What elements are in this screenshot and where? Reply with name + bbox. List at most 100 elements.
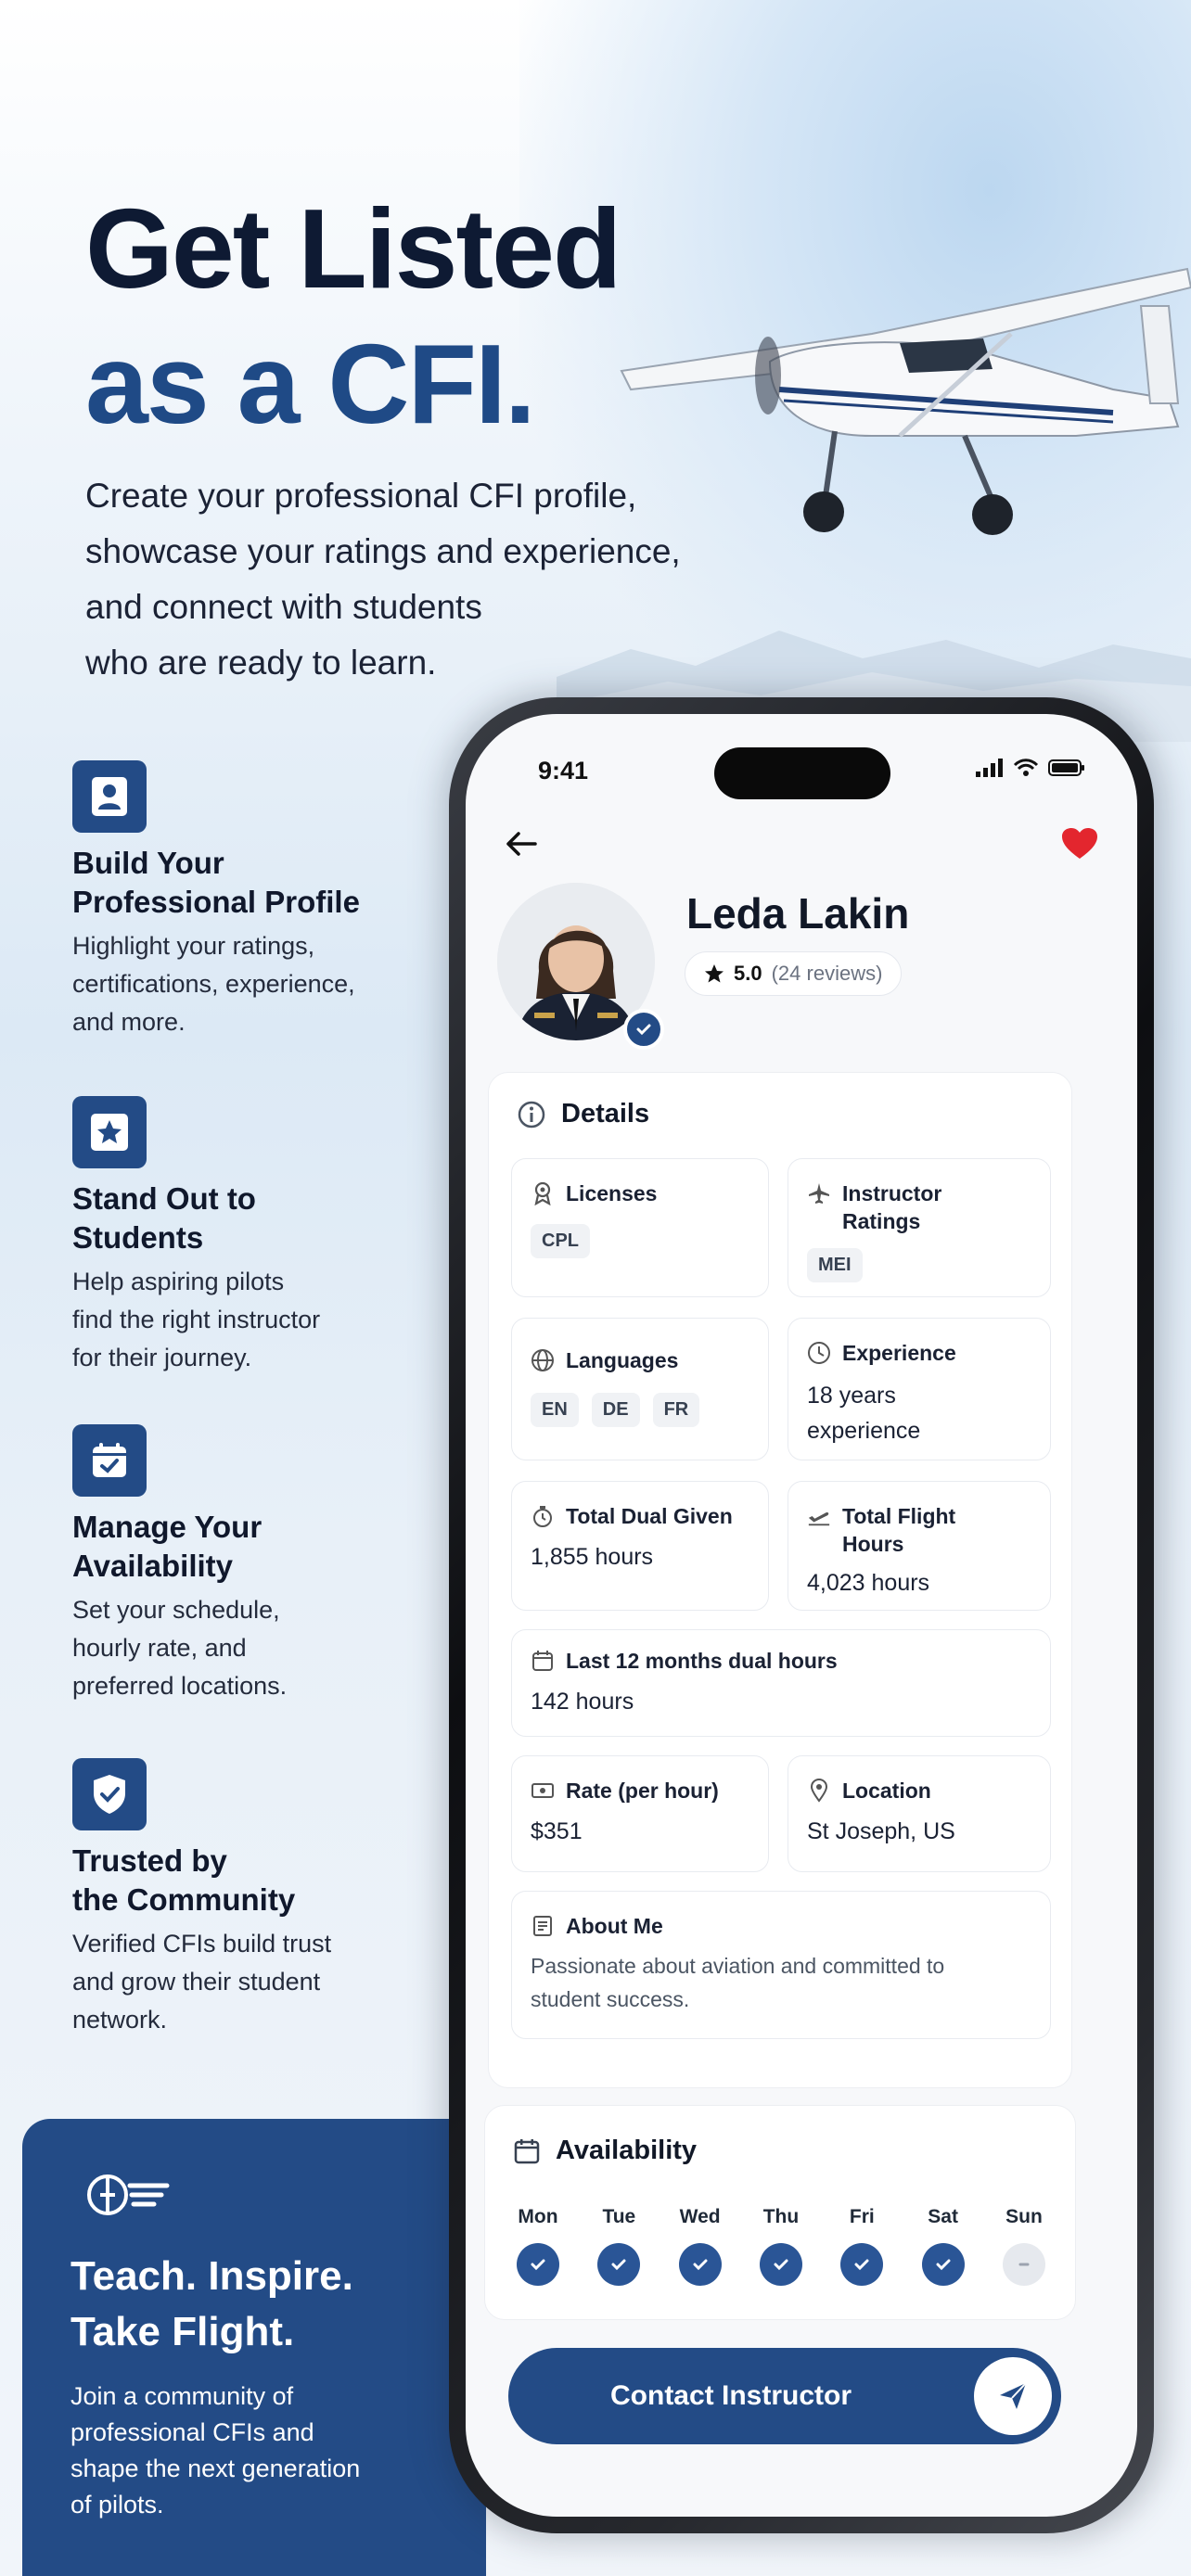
document-icon — [531, 1914, 555, 1938]
day-label: Thu — [762, 2206, 800, 2227]
feature-title: Build Your Professional Profile — [72, 846, 360, 919]
day-sun[interactable]: Sun — [993, 2206, 1055, 2286]
rate-label: Rate (per hour) — [566, 1779, 719, 1803]
experience-header: Experience — [807, 1339, 956, 1367]
star-icon — [72, 1096, 147, 1168]
contact-button-label: Contact Instructor — [610, 2380, 852, 2411]
rate-cell: Rate (per hour) $351 — [511, 1755, 769, 1872]
day-sat[interactable]: Sat — [913, 2206, 974, 2286]
clock-icon — [807, 1341, 831, 1365]
licenses-label: Licenses — [566, 1181, 658, 1205]
status-time: 9:41 — [538, 757, 589, 784]
feature-build-profile: Build Your Professional Profile Highligh… — [72, 760, 443, 1041]
instructor-ratings-label: Instructor Ratings — [842, 1181, 942, 1233]
promo-title: Teach. Inspire. Take Flight. — [70, 2253, 353, 2354]
experience-label: Experience — [842, 1341, 956, 1365]
favorite-button[interactable] — [1061, 827, 1098, 865]
feature-stand-out: Stand Out to Students Help aspiring pilo… — [72, 1096, 443, 1377]
day-label: Fri — [849, 2206, 875, 2227]
total-dual-header: Total Dual Given — [531, 1502, 733, 1530]
hero-title-line2: as a CFI. — [85, 321, 536, 447]
check-icon — [678, 2243, 722, 2286]
instructor-ratings-chips: MEI — [807, 1248, 863, 1282]
map-pin-icon — [807, 1779, 831, 1803]
person-icon — [72, 760, 147, 833]
signal-icon — [976, 759, 1003, 777]
promo-description: Join a community of professional CFIs an… — [70, 2382, 361, 2519]
day-thu[interactable]: Thu — [750, 2206, 812, 2286]
details-card: Details Licenses CPL Instructor Ratings … — [488, 1072, 1072, 2088]
last12-cell: Last 12 months dual hours 142 hours — [511, 1629, 1051, 1737]
phone-screen: 9:41 Leda Lakin 5.0 (24 reviews) Details… — [466, 714, 1137, 2517]
airplane-icon — [807, 1181, 831, 1205]
day-mon[interactable]: Mon — [507, 2206, 569, 2286]
language-chip: FR — [652, 1393, 700, 1427]
last12-value: 142 hours — [531, 1689, 634, 1715]
rating-badge[interactable]: 5.0 (24 reviews) — [685, 951, 903, 996]
battery-icon — [1048, 759, 1084, 776]
stopwatch-icon — [531, 1504, 555, 1528]
about-label: About Me — [566, 1914, 663, 1938]
rating-reviews: (24 reviews) — [771, 962, 883, 985]
experience-cell: Experience 18 years experience — [788, 1318, 1051, 1460]
instructor-ratings-header: Instructor Ratings — [807, 1180, 941, 1235]
instructor-name: Leda Lakin — [686, 889, 910, 937]
availability-card: Availability Mon Tue Wed Thu Fri Sat Sun — [484, 2105, 1076, 2320]
back-button[interactable] — [503, 825, 540, 862]
dynamic-island — [714, 747, 890, 799]
feature-availability: Manage Your Availability Set your schedu… — [72, 1424, 443, 1705]
hero-title: Get Listed as a CFI. — [85, 181, 622, 452]
status-icons — [976, 759, 1085, 777]
about-text: Passionate about aviation and committed … — [531, 1954, 945, 2011]
verified-badge-icon — [623, 1009, 664, 1050]
feature-trusted: Trusted by the Community Verified CFIs b… — [72, 1758, 443, 2039]
calendar-icon — [514, 2138, 540, 2163]
total-dual-label: Total Dual Given — [566, 1504, 733, 1528]
last12-label: Last 12 months dual hours — [566, 1649, 838, 1673]
total-flight-value: 4,023 hours — [807, 1570, 930, 1596]
day-label: Tue — [602, 2206, 636, 2227]
day-label: Mon — [518, 2206, 558, 2227]
total-flight-cell: Total Flight Hours 4,023 hours — [788, 1481, 1051, 1611]
promo-panel: Teach. Inspire. Take Flight. Join a comm… — [22, 2119, 486, 2576]
experience-value: 18 years experience — [807, 1383, 921, 1444]
day-tue[interactable]: Tue — [588, 2206, 649, 2286]
hero-title-line1: Get Listed — [85, 185, 622, 312]
globe-icon — [531, 1348, 555, 1372]
arrow-left-icon — [506, 832, 537, 856]
rating-chip: MEI — [807, 1248, 863, 1282]
send-icon — [974, 2357, 1052, 2435]
day-label: Sat — [928, 2206, 958, 2227]
languages-label: Languages — [566, 1348, 679, 1372]
heart-icon — [1062, 828, 1097, 859]
rating-score: 5.0 — [734, 962, 762, 985]
licenses-cell: Licenses CPL — [511, 1158, 769, 1297]
location-label: Location — [842, 1779, 931, 1803]
language-chip: EN — [531, 1393, 579, 1427]
languages-cell: Languages EN DE FR — [511, 1318, 769, 1460]
contact-instructor-button[interactable]: Contact Instructor — [508, 2348, 1061, 2444]
location-cell: Location St Joseph, US — [788, 1755, 1051, 1872]
total-dual-cell: Total Dual Given 1,855 hours — [511, 1481, 769, 1611]
details-heading-label: Details — [561, 1099, 650, 1129]
day-label: Wed — [679, 2206, 721, 2227]
total-dual-value: 1,855 hours — [531, 1544, 654, 1570]
feature-title: Manage Your Availability — [72, 1510, 263, 1583]
availability-heading-label: Availability — [556, 2136, 698, 2165]
total-flight-header: Total Flight Hours — [807, 1502, 955, 1558]
day-wed[interactable]: Wed — [670, 2206, 731, 2286]
day-label: Sun — [1005, 2206, 1043, 2227]
licenses-header: Licenses — [531, 1180, 657, 1207]
day-fri[interactable]: Fri — [831, 2206, 892, 2286]
phone-frame: 9:41 Leda Lakin 5.0 (24 reviews) Details… — [449, 697, 1154, 2533]
shield-check-icon — [72, 1758, 147, 1830]
wifi-icon — [1013, 759, 1039, 776]
availability-days: Mon Tue Wed Thu Fri Sat Sun — [507, 2206, 1055, 2286]
check-icon — [597, 2243, 641, 2286]
feature-description: Help aspiring pilots find the right inst… — [72, 1268, 321, 1371]
feature-description: Highlight your ratings, certifications, … — [72, 932, 355, 1036]
license-chip: CPL — [531, 1224, 590, 1258]
minus-icon — [1002, 2243, 1045, 2286]
location-header: Location — [807, 1777, 931, 1804]
feature-description: Verified CFIs build trust and grow their… — [72, 1930, 332, 2034]
